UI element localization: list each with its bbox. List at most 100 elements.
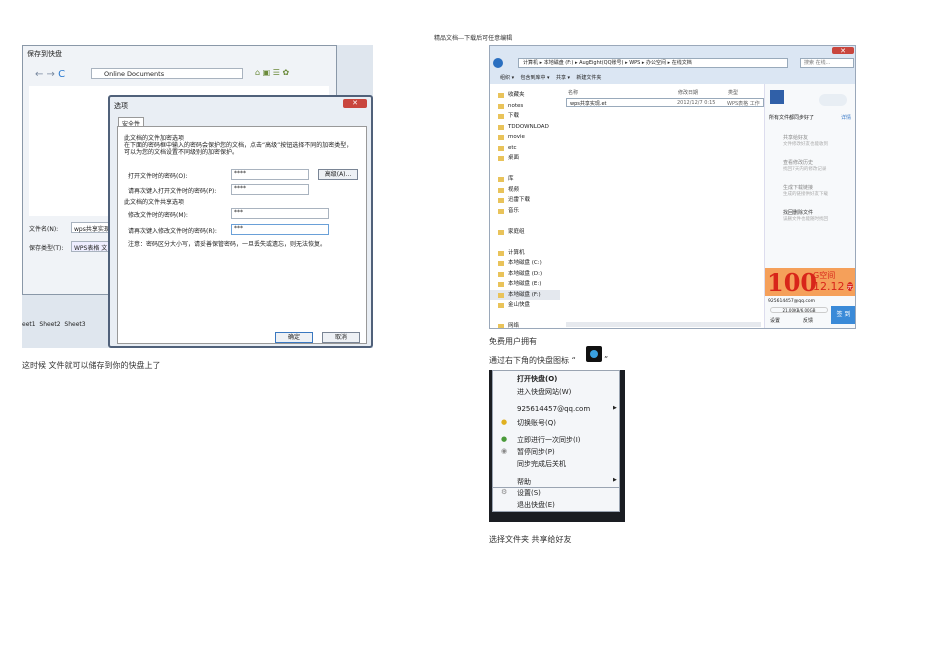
kuaipan-panel: 所有文件都同步好了 详情 共享给好友 文件修改好友也能收到 查看修改历史 找回7天内… [764, 84, 855, 328]
open-password-label: 打开文件时的密码(O): [128, 173, 188, 180]
explorer-toolbar[interactable]: 组织 ▾ 包含到库中 ▾ 共享 ▾ 新建文件夹 [500, 74, 601, 81]
settings-button[interactable]: 设置 [770, 317, 780, 324]
submenu-arrow-icon: ▶ [613, 477, 617, 483]
toolbar-icons[interactable]: ⌂ ▣ ☰ ✿ [255, 68, 315, 79]
open-password-input[interactable]: **** [231, 169, 309, 180]
nav-item[interactable]: 网络 [490, 321, 560, 328]
password-note: 注意：密码区分大小写，请妥善保管密码，一旦丢失或遗忘，则无法恢复。 [128, 241, 327, 248]
computer-icon [770, 90, 784, 104]
nav-item[interactable]: 音乐 [490, 206, 560, 217]
sync-icon: ● [501, 435, 508, 443]
menu-shutdown-after-sync[interactable]: 同步完成后关机 [517, 459, 566, 469]
nav-item[interactable]: 视频 [490, 185, 560, 196]
menu-account[interactable]: 925614457@qq.com [517, 405, 590, 413]
feedback-button[interactable]: 反馈 [803, 317, 813, 324]
ok-button[interactable]: 确定 [275, 332, 313, 343]
nav-item[interactable]: 桌面 [490, 153, 560, 164]
menu-exit[interactable]: 退出快盘(E) [517, 500, 555, 510]
tab-panel: 此文档的文件加密选项 在下面的密码框中输入的密码会保护您的文档，点击“高级”按钮… [117, 126, 367, 344]
nav-item[interactable]: 本地磁盘 (F:) [490, 289, 560, 300]
options-dialog-title: 选项 [114, 102, 128, 110]
column-type[interactable]: 类型 [728, 89, 738, 96]
nav-item[interactable]: 计算机 [490, 248, 560, 259]
nav-item[interactable]: 家庭组 [490, 227, 560, 238]
modify-password-label: 修改文件时的密码(M): [128, 212, 188, 219]
wps-save-screenshot: 保存到快盘 ← → C Online Documents ⌂ ▣ ☰ ✿ 文件名… [22, 45, 373, 348]
close-icon[interactable]: ✕ [343, 99, 367, 108]
menu-help[interactable]: 帮助 [517, 477, 531, 487]
nav-item[interactable]: 金山快盘 [490, 300, 560, 311]
location-dropdown[interactable]: Online Documents [91, 68, 243, 79]
action-history[interactable]: 查看修改历史 找回7天内的修改记录 [769, 159, 826, 172]
promo-banner[interactable]: 100 G空间 12.12 元 [765, 268, 855, 297]
action-link[interactable]: 生成下载链接 生成的链接供好友下载 [769, 184, 828, 197]
share-button[interactable]: 共享 ▾ [556, 75, 570, 81]
nav-item[interactable]: 库 [490, 174, 560, 185]
sheet-tab[interactable]: eet1 [22, 321, 36, 328]
file-row[interactable]: wps共享实现.et 2012/12/7 0:15 WPS表格 工作 [566, 98, 764, 107]
context-menu-bottom: ⚙ 设置(S) 退出快盘(E) [492, 488, 620, 512]
tray-context-menu-screenshot: 打开快盘(O) 进入快盘网站(W) 925614457@qq.com ▶ ● 切… [489, 370, 625, 522]
explorer-screenshot: ✕ 计算机 ▸ 本地磁盘 (F:) ▸ AugEight(QQ账号) ▸ WPS… [489, 45, 856, 329]
sheet-tabs[interactable]: eet1 Sheet2 Sheet3 [22, 321, 112, 328]
column-name[interactable]: 名称 [568, 89, 578, 96]
action-share[interactable]: 共享给好友 文件修改好友也能收到 [769, 134, 828, 147]
pause-icon: ◉ [501, 447, 508, 455]
include-library-button[interactable]: 包含到库中 ▾ [520, 75, 549, 81]
menu-sync-now[interactable]: 立即进行一次同步(I) [517, 435, 581, 445]
organize-button[interactable]: 组织 ▾ [500, 75, 514, 81]
horizontal-scrollbar[interactable] [566, 322, 761, 327]
submenu-arrow-icon: ▶ [613, 405, 617, 411]
action-restore[interactable]: 找回删除文件 误删文件也能随时找回 [769, 209, 828, 222]
menu-website[interactable]: 进入快盘网站(W) [517, 387, 571, 397]
nav-item[interactable]: 本地磁盘 (C:) [490, 258, 560, 269]
confirm-modify-password-label: 请再次键入修改文件时的密码(R): [128, 228, 217, 235]
cloud-icon [819, 94, 847, 106]
details-link[interactable]: 详情 [841, 114, 851, 121]
menu-pause-sync[interactable]: 暂停同步(P) [517, 447, 555, 457]
options-dialog: 选项 ✕ 安全性 此文档的文件加密选项 在下面的密码框中输入的密码会保护您的文档… [108, 95, 373, 348]
share-section-heading: 此文档的文件共享选项 [124, 199, 185, 206]
filename-label: 文件名(N): [29, 226, 59, 233]
confirm-open-password-input[interactable]: **** [231, 184, 309, 195]
back-icon[interactable] [493, 58, 503, 68]
back-forward-icon[interactable]: ← → C [35, 69, 65, 80]
close-icon[interactable]: ✕ [832, 47, 854, 55]
nav-item[interactable]: TDDOWNLOAD [490, 122, 560, 133]
encryption-section-heading: 此文档的文件加密选项 [124, 135, 185, 142]
nav-item[interactable]: etc [490, 143, 560, 154]
sheet-tab[interactable]: Sheet3 [64, 321, 85, 328]
save-dialog-title: 保存到快盘 [27, 50, 62, 58]
nav-item[interactable]: 本地磁盘 (E:) [490, 279, 560, 290]
column-date[interactable]: 修改日期 [678, 89, 698, 96]
confirm-modify-password-input[interactable]: *** [231, 224, 329, 235]
nav-item[interactable]: movie [490, 132, 560, 143]
filetype-label: 保存类型(T): [29, 245, 64, 252]
breadcrumb[interactable]: 计算机 ▸ 本地磁盘 (F:) ▸ AugEight(QQ账号) ▸ WPS ▸… [518, 58, 788, 68]
caption-free-users: 免费用户拥有 [489, 337, 537, 346]
caption-saved: 这时候 文件就可以储存到你的快盘上了 [22, 361, 161, 370]
new-folder-button[interactable]: 新建文件夹 [576, 75, 601, 81]
nav-item[interactable]: 收藏夹 [490, 90, 560, 101]
kuaipan-tray-icon [586, 346, 602, 362]
advanced-button[interactable]: 高级(A)... [318, 169, 358, 180]
menu-open-kuaipan[interactable]: 打开快盘(O) [517, 374, 557, 384]
encryption-description: 在下面的密码框中输入的密码会保护您的文档，点击“高级”按钮选择不同的加密类型，可… [124, 142, 353, 156]
checkin-button[interactable]: 签 到 [831, 306, 855, 324]
navigation-pane[interactable]: 收藏夹 notes 下载 TDDOWNLOAD movie etc 桌面库视频 迅雷下载 音乐家… [490, 90, 560, 328]
nav-item[interactable]: notes [490, 101, 560, 112]
context-menu: 打开快盘(O) 进入快盘网站(W) 925614457@qq.com ▶ ● 切… [492, 370, 620, 488]
cancel-button[interactable]: 取消 [322, 332, 360, 343]
menu-settings[interactable]: 设置(S) [517, 488, 541, 498]
page-header: 精品文档---下载后可任意编辑 [434, 35, 513, 42]
caption-share-folder: 选择文件夹 共享给好友 [489, 535, 572, 544]
nav-item[interactable]: 迅雷下载 [490, 195, 560, 206]
search-input[interactable]: 搜索 在线... [800, 58, 854, 68]
nav-item[interactable]: 下载 [490, 111, 560, 122]
storage-usage: 21.00KB/6.00GB [770, 307, 828, 313]
sheet-tab[interactable]: Sheet2 [39, 321, 60, 328]
modify-password-input[interactable]: *** [231, 208, 329, 219]
nav-item[interactable]: 本地磁盘 (D:) [490, 269, 560, 280]
sync-status: 所有文件都同步好了 [769, 115, 815, 121]
menu-switch-account[interactable]: 切换账号(Q) [517, 418, 556, 428]
